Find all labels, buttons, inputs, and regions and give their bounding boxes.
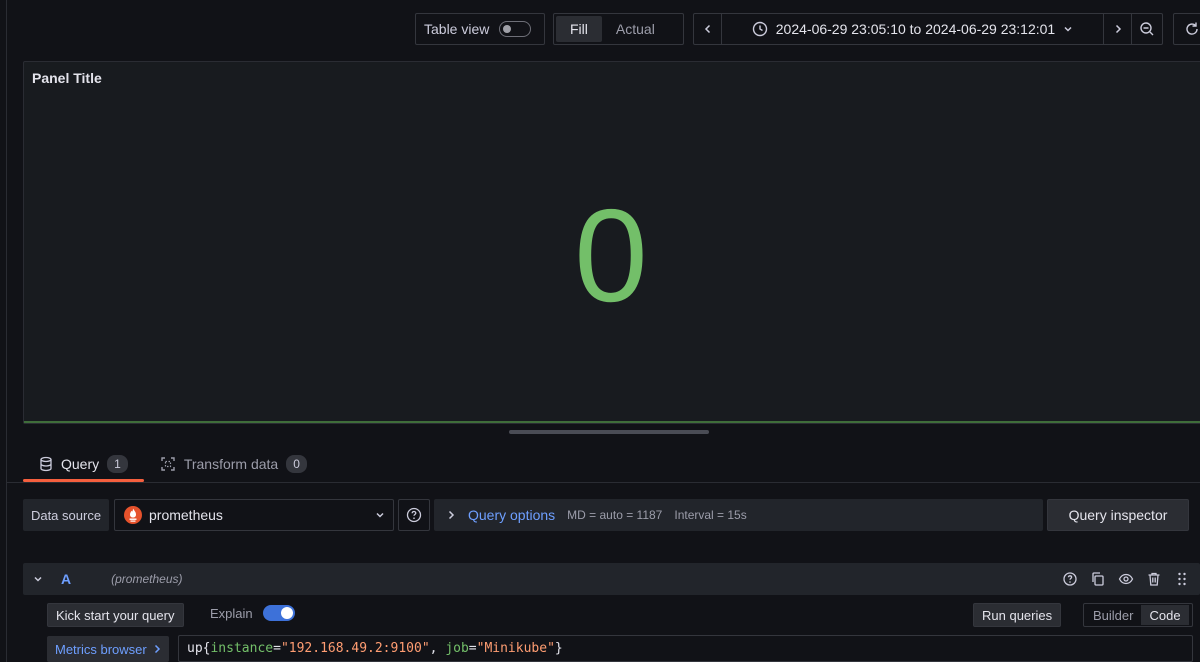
query-row-header: A (prometheus) xyxy=(23,563,1200,595)
expr-equals: = xyxy=(273,641,281,656)
metrics-browser-button[interactable]: Metrics browser xyxy=(47,636,169,662)
time-back-button[interactable] xyxy=(694,14,722,44)
panel-preview: Panel Title 0 xyxy=(23,61,1200,424)
expr-value-instance: "192.168.49.2:9100" xyxy=(280,641,430,656)
expr-metric: up xyxy=(187,641,203,656)
tab-query[interactable]: Query 1 xyxy=(23,446,144,482)
explain-switch[interactable] xyxy=(262,605,295,621)
query-ref-id[interactable]: A xyxy=(61,571,71,587)
data-source-picker[interactable]: prometheus xyxy=(114,499,394,531)
stat-value: 0 xyxy=(574,182,648,329)
question-circle-icon xyxy=(406,507,422,523)
tab-transform-label: Transform data xyxy=(183,456,279,472)
time-forward-button[interactable] xyxy=(1104,14,1132,44)
max-datapoints-info: MD = auto = 1187 xyxy=(567,508,663,522)
panel-editor: Table view Fill Actual 2024-06-29 23:05:… xyxy=(0,0,1200,662)
database-icon xyxy=(40,456,52,472)
transform-count-badge: 0 xyxy=(286,455,307,473)
pane-resize-handle[interactable] xyxy=(509,430,709,434)
expr-label-job: job xyxy=(445,641,469,656)
copy-icon[interactable] xyxy=(1090,571,1106,587)
chevron-right-icon xyxy=(1115,24,1121,34)
eye-icon[interactable] xyxy=(1118,571,1134,587)
mode-builder-option[interactable]: Builder xyxy=(1085,605,1141,625)
table-view-label: Table view xyxy=(424,21,490,37)
actual-option[interactable]: Actual xyxy=(602,16,669,42)
metrics-browser-label: Metrics browser xyxy=(55,641,147,657)
left-rail xyxy=(0,0,7,662)
question-circle-icon[interactable] xyxy=(1062,571,1078,587)
data-source-help-button[interactable] xyxy=(398,499,430,531)
chevron-down-icon xyxy=(1064,26,1072,32)
data-source-label: Data source xyxy=(23,499,109,531)
explain-label: Explain xyxy=(210,605,253,621)
tab-query-label: Query xyxy=(61,456,100,472)
prometheus-icon xyxy=(124,506,142,524)
refresh-button[interactable] xyxy=(1173,13,1200,45)
tab-transform-data[interactable]: Transform data 0 xyxy=(144,446,323,482)
tabs-divider xyxy=(7,482,1200,483)
expr-value-job: "Minikube" xyxy=(476,641,555,656)
mode-code-option[interactable]: Code xyxy=(1141,605,1189,625)
explain-toggle: Explain xyxy=(210,605,295,621)
query-datasource-name: (prometheus) xyxy=(111,572,183,586)
kick-start-button[interactable]: Kick start your query xyxy=(47,603,184,627)
data-source-name: prometheus xyxy=(149,507,223,523)
query-inspector-button[interactable]: Query inspector xyxy=(1047,499,1189,531)
table-view-toggle[interactable]: Table view xyxy=(415,13,545,45)
query-count-badge: 1 xyxy=(107,455,128,473)
chevron-down-icon[interactable] xyxy=(33,574,43,584)
time-range-text: 2024-06-29 23:05:10 to 2024-06-29 23:12:… xyxy=(775,21,1056,37)
sparkline xyxy=(24,421,1200,423)
promql-query-editor[interactable]: up{instance = "192.168.49.2:9100", job = "Mi… xyxy=(178,635,1193,662)
query-options-bar[interactable]: Query options MD = auto = 1187 Interval … xyxy=(434,499,1043,531)
interval-info: Interval = 15s xyxy=(674,508,747,522)
chevron-right-icon xyxy=(448,510,455,520)
refresh-icon xyxy=(1186,22,1198,35)
chevron-right-icon xyxy=(154,644,160,654)
fill-actual-switch: Fill Actual xyxy=(553,13,684,45)
run-queries-button[interactable]: Run queries xyxy=(973,603,1062,627)
zoom-out-icon xyxy=(1140,22,1154,36)
query-options-title: Query options xyxy=(468,507,556,523)
drag-handle-icon[interactable] xyxy=(1174,571,1190,587)
table-view-switch[interactable] xyxy=(499,21,532,37)
transform-icon xyxy=(161,457,175,471)
expr-equals: = xyxy=(468,641,477,656)
panel-title: Panel Title xyxy=(32,70,102,86)
zoom-out-button[interactable] xyxy=(1132,14,1162,44)
chevron-down-icon xyxy=(376,512,384,518)
editor-tabs: Query 1 Transform data 0 xyxy=(23,446,323,482)
time-range-picker: 2024-06-29 23:05:10 to 2024-06-29 23:12:… xyxy=(693,13,1163,45)
expr-open-brace: { xyxy=(202,641,211,656)
editor-mode-switch: Builder Code xyxy=(1083,603,1193,627)
expr-label-instance: instance xyxy=(210,641,274,656)
expr-close-brace: } xyxy=(554,641,563,656)
fill-option[interactable]: Fill xyxy=(556,16,602,42)
clock-icon xyxy=(752,21,767,37)
time-range-button[interactable]: 2024-06-29 23:05:10 to 2024-06-29 23:12:… xyxy=(722,14,1104,44)
chevron-left-icon xyxy=(704,24,710,34)
trash-icon[interactable] xyxy=(1146,571,1162,587)
query-row-actions xyxy=(1062,571,1190,587)
expr-separator: , xyxy=(429,641,446,656)
